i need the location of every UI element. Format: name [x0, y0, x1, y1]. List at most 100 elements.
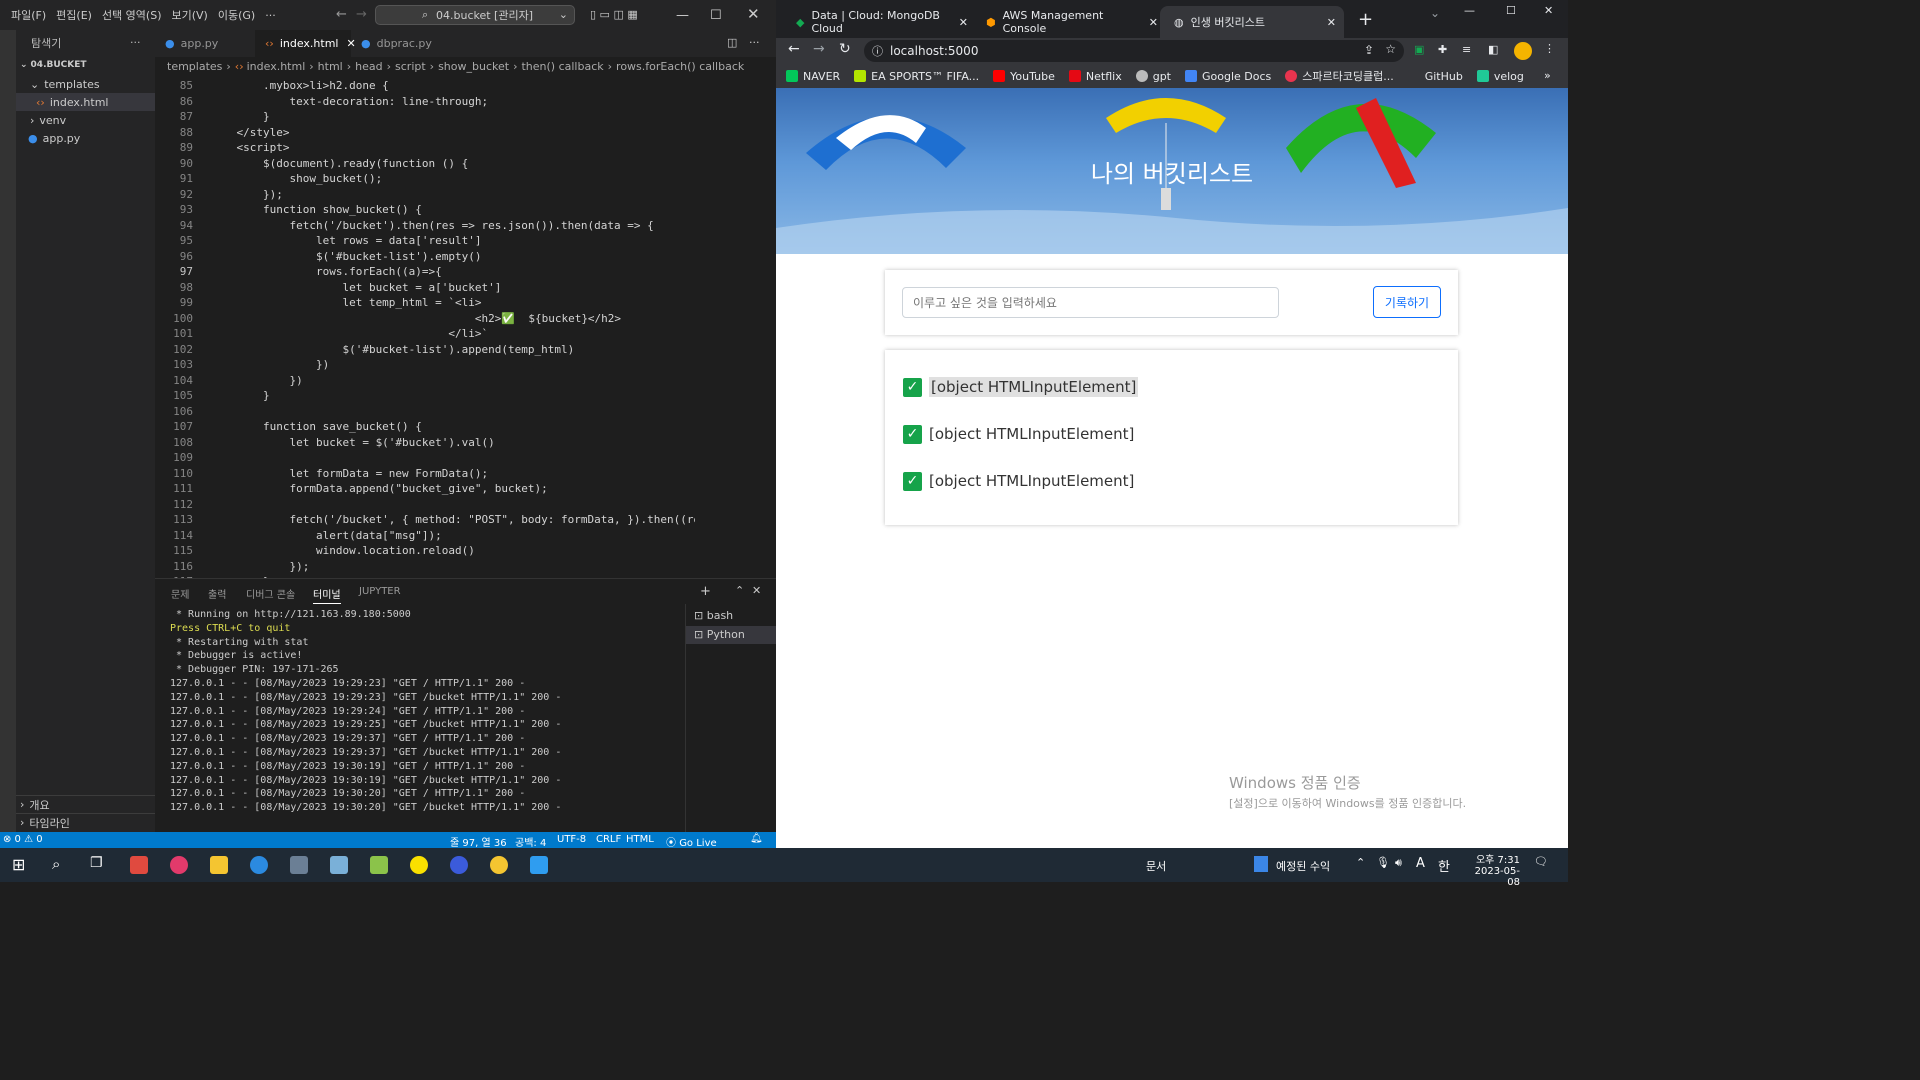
minimap[interactable]	[695, 75, 773, 578]
crumb-head[interactable]: head	[355, 60, 382, 73]
share-icon[interactable]: ⇪	[1364, 43, 1374, 57]
menu-file[interactable]: 파일(F)	[6, 7, 51, 23]
calculator-icon[interactable]	[290, 856, 308, 874]
status-position[interactable]: 줄 97, 열 36	[450, 834, 507, 849]
bookmark-fifa[interactable]: EA SPORTS™ FIFA...	[854, 70, 979, 83]
info-icon[interactable]: ⓘ	[872, 43, 883, 59]
more-bookmarks-icon[interactable]: »	[1544, 69, 1551, 82]
kakaotalk-icon[interactable]	[410, 856, 428, 874]
bookmark-google-docs[interactable]: Google Docs	[1185, 70, 1271, 83]
shell-bash[interactable]: ⊡ bash	[694, 609, 733, 622]
explorer-more-icon[interactable]: ···	[130, 36, 141, 49]
status-encoding[interactable]: UTF-8	[557, 834, 586, 845]
bookmark-netflix[interactable]: Netflix	[1068, 70, 1122, 83]
maximize-panel-icon[interactable]: ⌃	[735, 584, 744, 597]
crumb-script[interactable]: script	[395, 60, 426, 73]
status-problems[interactable]: ⊗ 0 ⚠ 0	[3, 834, 43, 845]
crumb-index[interactable]: index.html	[247, 60, 306, 73]
tab-aws[interactable]: ⬢ AWS Management Console ✕	[972, 6, 1158, 38]
save-button[interactable]: 기록하기	[1373, 286, 1441, 318]
crumb-html[interactable]: html	[318, 60, 343, 73]
windows-start-icon[interactable]: ⊞	[12, 855, 25, 874]
tab-app-py[interactable]: ● app.py	[155, 30, 255, 57]
panel-tab-output[interactable]: 출력	[208, 586, 226, 601]
status-golive[interactable]: ⦿ Go Live	[666, 834, 717, 849]
panel-tab-terminal[interactable]: 터미널	[313, 586, 341, 604]
ime-mode[interactable]: A	[1416, 856, 1425, 871]
tab-bucketlist[interactable]: ◍ 인생 버킷리스트 ✕	[1160, 6, 1344, 38]
bookmark-star-icon[interactable]: ☆	[1385, 42, 1396, 56]
menu-selection[interactable]: 선택 영역(S)	[97, 7, 167, 23]
back-icon[interactable]: ←	[788, 41, 800, 57]
omnibox[interactable]: ⓘ localhost:5000 ⇪ ☆	[864, 40, 1404, 62]
new-terminal-icon[interactable]: +	[700, 584, 711, 599]
menu-view[interactable]: 보기(V)	[166, 7, 212, 23]
layout-toggle-icons[interactable]: ▯ ▭ ◫ ▦	[590, 8, 638, 21]
crumb-foreach[interactable]: rows.forEach() callback	[616, 60, 744, 73]
task-view-icon[interactable]: ❐	[90, 855, 103, 871]
new-tab-icon[interactable]: +	[1358, 9, 1373, 30]
app-icon[interactable]	[370, 856, 388, 874]
menu-edit[interactable]: 편집(E)	[51, 7, 97, 23]
side-panel-icon[interactable]: ◧	[1488, 43, 1498, 56]
docs-toolbar[interactable]: 문서	[1146, 858, 1166, 874]
bucket-input[interactable]	[902, 287, 1279, 318]
clock[interactable]: 오후 7:31 2023-05-08	[1466, 851, 1520, 888]
edge-icon[interactable]	[250, 856, 268, 874]
kebab-menu-icon[interactable]: ⋮	[1544, 42, 1555, 55]
command-center[interactable]: ⌕ 04.bucket [관리자] ⌄	[375, 5, 575, 25]
weather-widget[interactable]: 예정된 수익	[1276, 858, 1330, 874]
status-eol[interactable]: CRLF	[596, 834, 621, 845]
menu-go[interactable]: 이동(G)	[213, 7, 260, 23]
more-actions-icon[interactable]: ···	[749, 36, 760, 49]
notification-icon[interactable]: 🗨︎	[1534, 855, 1548, 868]
microphone-icon[interactable]: 🎙︎	[1376, 856, 1390, 869]
folder-root[interactable]: ⌄ 04.BUCKET	[16, 56, 155, 74]
tree-app-py[interactable]: ● app.py	[16, 129, 155, 147]
volume-icon[interactable]: 🔊︎	[1395, 856, 1402, 870]
tab-index-html[interactable]: ‹› index.html ✕	[255, 30, 356, 57]
crumb-templates[interactable]: templates	[167, 60, 222, 73]
file-explorer-icon[interactable]	[210, 856, 228, 874]
panel-tab-debug-console[interactable]: 디버그 콘솔	[246, 586, 295, 601]
section-outline[interactable]: › 개요	[16, 795, 155, 813]
vscode-icon[interactable]	[530, 856, 548, 874]
panel-tab-problems[interactable]: 문제	[171, 586, 189, 601]
app-icon[interactable]	[130, 856, 148, 874]
close-icon[interactable]: ✕	[1544, 4, 1553, 17]
tree-index-html[interactable]: ‹› index.html	[16, 93, 155, 111]
list-item[interactable]: ✓ [object HTMLInputElement]	[903, 375, 1139, 399]
tree-venv[interactable]: › venv	[16, 111, 155, 129]
bookmark-youtube[interactable]: YouTube	[993, 70, 1055, 83]
chrome-icon[interactable]	[490, 856, 508, 874]
crumb-then[interactable]: then() callback	[521, 60, 603, 73]
forward-icon[interactable]: →	[813, 41, 825, 57]
maximize-icon[interactable]: ☐	[710, 8, 722, 23]
maximize-icon[interactable]: ☐	[1506, 4, 1516, 17]
list-item[interactable]: ✓ [object HTMLInputElement]	[903, 422, 1134, 446]
list-item[interactable]: ✓ [object HTMLInputElement]	[903, 469, 1134, 493]
extension-icon[interactable]: ▣	[1414, 43, 1424, 56]
search-icon[interactable]: ⌕	[52, 855, 60, 873]
status-language[interactable]: HTML	[626, 834, 654, 845]
minimize-icon[interactable]: —	[676, 8, 689, 23]
app-icon[interactable]	[170, 856, 188, 874]
reload-icon[interactable]: ↻	[839, 41, 851, 57]
tab-mongodb[interactable]: ◆ Data | Cloud: MongoDB Cloud ✕	[782, 6, 968, 38]
back-arrow-icon[interactable]: ←	[336, 7, 347, 22]
language-indicator[interactable]: 한	[1438, 856, 1450, 875]
panel-tab-jupyter[interactable]: JUPYTER	[359, 586, 401, 597]
minimize-icon[interactable]: —	[1464, 4, 1475, 17]
app-icon[interactable]	[330, 856, 348, 874]
status-spaces[interactable]: 공백: 4	[515, 834, 546, 849]
forward-arrow-icon[interactable]: →	[356, 7, 367, 22]
crumb-show-bucket[interactable]: show_bucket	[438, 60, 509, 73]
shell-python[interactable]: ⊡ Python	[686, 626, 776, 644]
tray-chevron-icon[interactable]: ⌃	[1356, 856, 1365, 869]
tab-search-icon[interactable]: ⌄	[1430, 6, 1440, 20]
news-icon[interactable]	[1254, 856, 1268, 872]
tab-dbprac-py[interactable]: ● dbprac.py	[351, 30, 451, 57]
menu-more[interactable]: ···	[260, 9, 281, 22]
puzzle-icon[interactable]: ✚	[1438, 43, 1447, 56]
bookmark-gpt[interactable]: gpt	[1135, 70, 1171, 83]
